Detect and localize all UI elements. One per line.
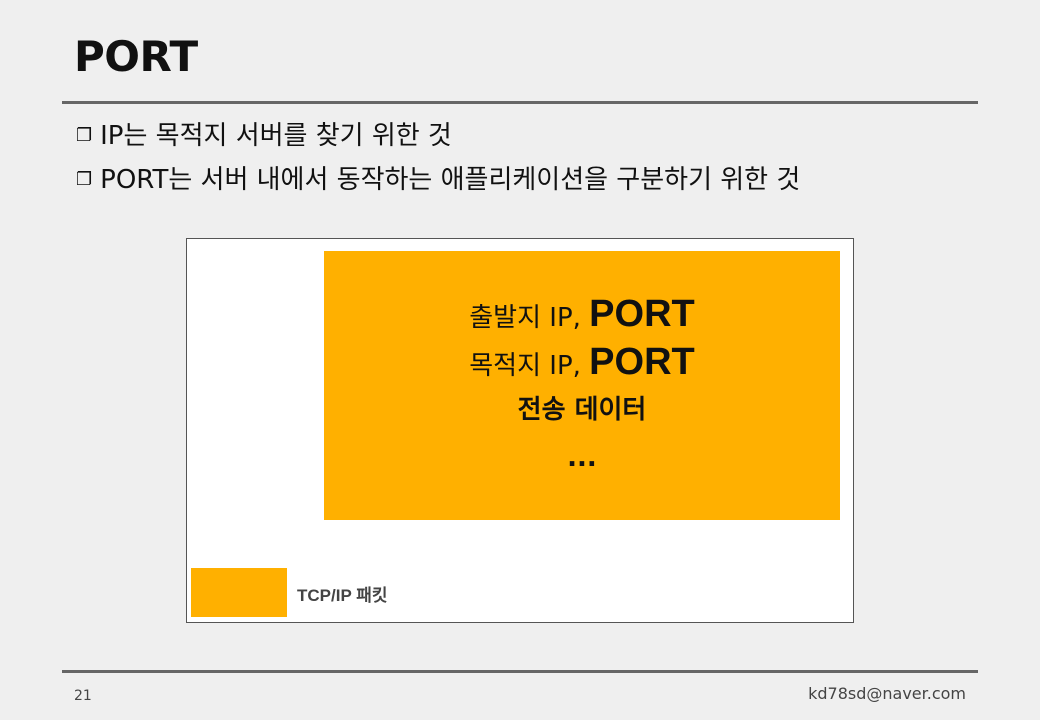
legend-label: TCP/IP 패킷 xyxy=(297,586,388,605)
source-port-label: PORT xyxy=(589,292,695,335)
destination-line: 목적지 IP, PORT xyxy=(469,338,694,386)
bullet-text: IP는 목적지 서버를 찾기 위한 것 xyxy=(100,121,452,151)
packet-payload-box: 출발지 IP, PORT 목적지 IP, PORT 전송 데이터 ... xyxy=(324,251,840,520)
source-ip-label: 출발지 IP, xyxy=(469,302,590,333)
top-divider xyxy=(62,101,978,104)
bullet-item: ❐ PORT는 서버 내에서 동작하는 애플리케이션을 구분하기 위한 것 xyxy=(76,158,800,202)
packet-diagram: 출발지 IP, PORT 목적지 IP, PORT 전송 데이터 ... TCP… xyxy=(186,238,854,623)
bullet-text: PORT는 서버 내에서 동작하는 애플리케이션을 구분하기 위한 것 xyxy=(100,165,801,195)
slide-title: PORT xyxy=(74,32,198,81)
destination-ip-label: 목적지 IP, xyxy=(469,350,590,381)
ellipsis-label: ... xyxy=(567,442,597,473)
bullet-list: ❐ IP는 목적지 서버를 찾기 위한 것 ❐ PORT는 서버 내에서 동작하는 … xyxy=(76,114,800,202)
checkbox-bullet-icon: ❐ xyxy=(76,169,93,190)
author-email: kd78sd@naver.com xyxy=(808,684,966,703)
bullet-item: ❐ IP는 목적지 서버를 찾기 위한 것 xyxy=(76,114,800,158)
checkbox-bullet-icon: ❐ xyxy=(76,125,93,146)
destination-port-label: PORT xyxy=(589,340,695,383)
bottom-divider xyxy=(62,670,978,673)
transfer-data-label: 전송 데이터 xyxy=(517,394,647,425)
page-number: 21 xyxy=(74,688,92,704)
source-line: 출발지 IP, PORT xyxy=(469,290,694,338)
legend-swatch xyxy=(191,568,287,617)
